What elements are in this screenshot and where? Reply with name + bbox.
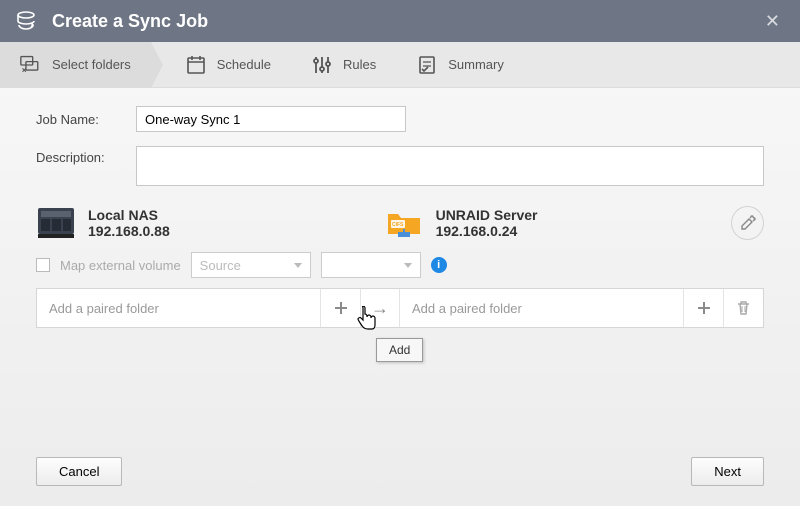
local-host: Local NAS 192.168.0.88 (36, 206, 364, 240)
footer: Cancel Next (0, 443, 800, 506)
pair-left-placeholder: Add a paired folder (49, 301, 159, 316)
source-select-placeholder: Source (200, 258, 241, 273)
description-input[interactable] (136, 146, 764, 186)
next-button[interactable]: Next (691, 457, 764, 486)
step-summary[interactable]: Summary (396, 42, 524, 87)
source-select[interactable]: Source (191, 252, 311, 278)
step-label: Rules (343, 57, 376, 72)
job-name-label: Job Name: (36, 112, 136, 127)
step-bar: Select folders Schedule Rules Summary (0, 42, 800, 88)
step-label: Select folders (52, 57, 131, 72)
pair-right-placeholder: Add a paired folder (412, 301, 522, 316)
cancel-button[interactable]: Cancel (36, 457, 122, 486)
folders-icon (20, 54, 42, 76)
dialog-title: Create a Sync Job (52, 11, 208, 32)
step-label: Schedule (217, 57, 271, 72)
map-volume-checkbox[interactable] (36, 258, 50, 272)
chevron-down-icon (294, 263, 302, 268)
add-tooltip: Add (376, 338, 423, 362)
job-name-row: Job Name: (36, 106, 764, 132)
edit-host-button[interactable] (731, 206, 764, 240)
job-name-input[interactable] (136, 106, 406, 132)
target-select[interactable] (321, 252, 421, 278)
local-host-ip: 192.168.0.88 (88, 223, 170, 239)
main-panel: Job Name: Description: Local NAS 192.168… (0, 88, 800, 443)
pair-left-cell[interactable]: Add a paired folder (37, 289, 320, 327)
add-left-folder-button[interactable] (320, 289, 360, 327)
delete-pair-button[interactable] (723, 289, 763, 327)
local-host-name: Local NAS (88, 207, 170, 223)
remote-host-ip: 192.168.0.24 (436, 223, 538, 239)
map-volume-row: Map external volume Source i (36, 252, 764, 278)
hosts-row: Local NAS 192.168.0.88 CIFS UNRAID Serve… (36, 206, 764, 240)
description-label: Description: (36, 146, 136, 165)
svg-text:CIFS: CIFS (392, 222, 404, 228)
paired-folder-row: Add a paired folder → Add a paired folde… (36, 288, 764, 328)
sync-app-icon (14, 9, 38, 33)
titlebar: Create a Sync Job ✕ (0, 0, 800, 42)
remote-host: CIFS UNRAID Server 192.168.0.24 (384, 206, 712, 240)
pair-container: Add a paired folder → Add a paired folde… (36, 288, 764, 328)
step-label: Summary (448, 57, 504, 72)
direction-arrow-icon: → (360, 289, 400, 327)
description-row: Description: (36, 146, 764, 186)
remote-host-name: UNRAID Server (436, 207, 538, 223)
map-volume-label: Map external volume (60, 258, 181, 273)
sliders-icon (311, 54, 333, 76)
summary-icon (416, 54, 438, 76)
step-rules[interactable]: Rules (291, 42, 396, 87)
nas-icon (36, 206, 76, 240)
chevron-down-icon (404, 263, 412, 268)
step-schedule[interactable]: Schedule (165, 42, 291, 87)
add-right-folder-button[interactable] (683, 289, 723, 327)
info-icon[interactable]: i (431, 257, 447, 273)
calendar-icon (185, 54, 207, 76)
smb-folder-icon: CIFS (384, 206, 424, 240)
close-icon[interactable]: ✕ (759, 7, 786, 36)
pair-right-cell[interactable]: Add a paired folder (400, 289, 683, 327)
sync-job-dialog: Create a Sync Job ✕ Select folders Sched… (0, 0, 800, 506)
step-select-folders[interactable]: Select folders (0, 42, 151, 87)
